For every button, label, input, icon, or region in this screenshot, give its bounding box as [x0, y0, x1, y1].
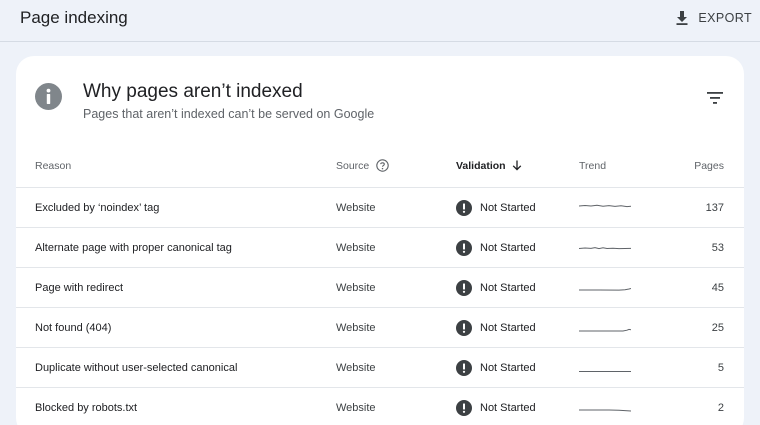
- source-cell: Website: [336, 241, 376, 254]
- trend-sparkline: [579, 409, 631, 411]
- validation-status: Not Started: [480, 241, 536, 254]
- card-header: Why pages aren’t indexed Pages that aren…: [16, 56, 744, 146]
- reason-cell: Alternate page with proper canonical tag: [35, 241, 232, 254]
- validation-cell: Not Started: [456, 268, 536, 307]
- table-row[interactable]: Duplicate without user-selected canonica…: [16, 348, 744, 388]
- reason-cell: Duplicate without user-selected canonica…: [35, 361, 238, 374]
- trend-sparkline: [579, 204, 631, 207]
- pages-count: 53: [711, 241, 724, 254]
- arrow-down-icon: [512, 160, 521, 171]
- reasons-table: Reason Source Validation Trend Pages Exc…: [16, 144, 744, 425]
- column-header-pages[interactable]: Pages: [694, 144, 724, 187]
- download-icon: [676, 11, 688, 25]
- table-row[interactable]: Page with redirect Website Not Started 4…: [16, 268, 744, 308]
- table-row[interactable]: Not found (404) Website Not Started 25: [16, 308, 744, 348]
- trend-sparkline: [579, 246, 631, 249]
- column-header-validation[interactable]: Validation: [456, 144, 522, 187]
- table-row[interactable]: Alternate page with proper canonical tag…: [16, 228, 744, 268]
- exclamation-circle-icon: [456, 239, 472, 256]
- source-cell: Website: [336, 201, 376, 214]
- pages-count: 2: [717, 401, 724, 414]
- column-header-source[interactable]: Source: [336, 144, 390, 187]
- validation-cell: Not Started: [456, 308, 536, 347]
- table-row[interactable]: Blocked by robots.txt Website Not Starte…: [16, 388, 744, 425]
- validation-cell: Not Started: [456, 348, 536, 387]
- source-cell: Website: [336, 281, 376, 294]
- column-header-trend: Trend: [579, 159, 607, 172]
- reason-cell: Page with redirect: [35, 281, 124, 294]
- pages-count: 25: [711, 321, 724, 334]
- validation-cell: Not Started: [456, 228, 536, 267]
- exclamation-circle-icon: [456, 359, 472, 376]
- trend-sparkline: [579, 328, 631, 331]
- validation-status: Not Started: [480, 361, 536, 374]
- validation-status: Not Started: [480, 401, 536, 414]
- pages-count: 5: [717, 361, 724, 374]
- page-title: Page indexing: [20, 8, 128, 27]
- top-bar: Page indexing EXPORT: [0, 0, 760, 42]
- card-subtitle: Pages that aren’t indexed can’t be serve…: [83, 107, 375, 121]
- validation-cell: Not Started: [456, 388, 536, 425]
- source-cell: Website: [336, 401, 376, 414]
- trend-cell: [579, 348, 631, 387]
- trend-cell: [579, 388, 631, 425]
- source-cell: Website: [336, 321, 376, 334]
- exclamation-circle-icon: [456, 399, 472, 416]
- validation-status: Not Started: [480, 321, 536, 334]
- table-header-row: Reason Source Validation Trend Pages: [16, 144, 744, 188]
- filter-icon[interactable]: [707, 92, 723, 104]
- pages-count: 137: [705, 201, 724, 214]
- trend-sparkline: [579, 370, 631, 372]
- trend-cell: [579, 308, 631, 347]
- validation-cell: Not Started: [456, 188, 536, 227]
- column-header-validation-label: Validation: [456, 159, 506, 172]
- exclamation-circle-icon: [456, 319, 472, 336]
- validation-status: Not Started: [480, 201, 536, 214]
- card-title: Why pages aren’t indexed: [83, 81, 303, 102]
- not-indexed-card: Why pages aren’t indexed Pages that aren…: [16, 56, 744, 425]
- trend-cell: [579, 268, 631, 307]
- reason-cell: Blocked by robots.txt: [35, 401, 138, 414]
- validation-status: Not Started: [480, 281, 536, 294]
- pages-count: 45: [711, 281, 724, 294]
- column-header-reason[interactable]: Reason: [35, 144, 71, 187]
- help-icon[interactable]: [376, 159, 390, 172]
- info-icon: [35, 83, 62, 110]
- exclamation-circle-icon: [456, 199, 472, 216]
- exclamation-circle-icon: [456, 279, 472, 296]
- table-row[interactable]: Excluded by ‘noindex’ tag Website Not St…: [16, 188, 744, 228]
- reason-cell: Excluded by ‘noindex’ tag: [35, 201, 160, 214]
- trend-cell: [579, 188, 631, 227]
- column-header-source-label: Source: [336, 159, 370, 172]
- export-label: EXPORT: [698, 11, 752, 25]
- source-cell: Website: [336, 361, 376, 374]
- trend-cell: [579, 228, 631, 267]
- export-button[interactable]: EXPORT: [674, 8, 752, 28]
- reason-cell: Not found (404): [35, 321, 112, 334]
- trend-sparkline: [579, 287, 631, 291]
